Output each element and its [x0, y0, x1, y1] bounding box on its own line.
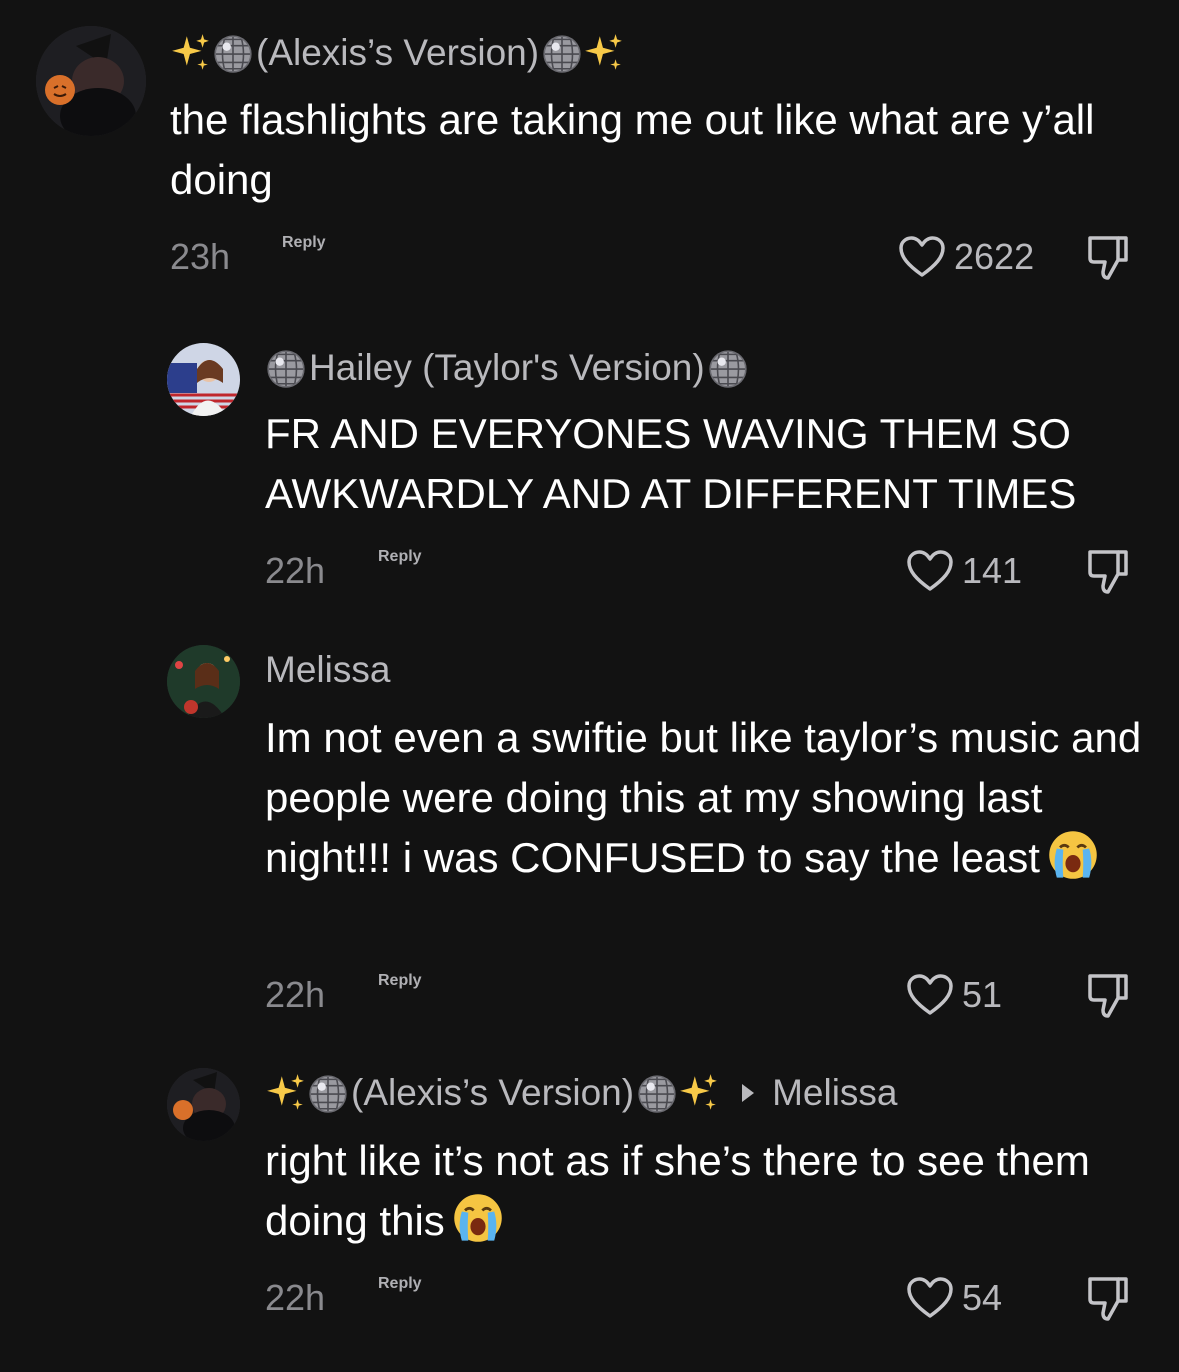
avatar[interactable]	[167, 343, 240, 416]
username-text: Melissa	[265, 649, 391, 690]
disco-ball-icon	[265, 347, 307, 389]
like-button[interactable]: 51	[906, 970, 1002, 1020]
reply-button[interactable]: Reply	[378, 1275, 422, 1293]
comment-timestamp: 22h	[265, 974, 326, 1015]
reply-button[interactable]: Reply	[282, 234, 326, 252]
like-button[interactable]: 54	[906, 1273, 1002, 1323]
comment-username[interactable]: Melissa	[265, 645, 390, 695]
sparkles-icon	[678, 1072, 720, 1114]
reply-to-username: Melissa	[772, 1072, 898, 1113]
comment-meta: 22h	[265, 970, 325, 1020]
comment-body: FR AND EVERYONES WAVING THEM SO AWKWARDL…	[265, 410, 1077, 517]
comment-username[interactable]: (Alexis’s Version) Melissa	[265, 1068, 898, 1118]
heart-icon	[906, 549, 954, 593]
comment-timestamp: 22h	[265, 550, 326, 591]
username-text: (Alexis’s Version)	[256, 32, 540, 73]
dislike-button[interactable]	[1086, 1275, 1130, 1323]
heart-icon	[906, 1276, 954, 1320]
dislike-button[interactable]	[1086, 548, 1130, 596]
comment-meta: 22h	[265, 1273, 325, 1323]
comment-text: the flashlights are taking me out like w…	[170, 90, 1150, 210]
comment-body: the flashlights are taking me out like w…	[170, 96, 1095, 203]
username-text: Hailey (Taylor's Version)	[309, 347, 705, 388]
comment-text: right like it’s not as if she’s there to…	[265, 1131, 1155, 1251]
like-count: 141	[962, 550, 1023, 591]
dislike-button[interactable]	[1086, 972, 1130, 1020]
reply-button[interactable]: Reply	[378, 972, 422, 990]
avatar[interactable]	[36, 26, 146, 136]
comment-timestamp: 23h	[170, 236, 231, 277]
thumbs-down-icon	[1086, 548, 1130, 596]
thumbs-down-icon	[1086, 234, 1130, 282]
username-text: (Alexis’s Version)	[351, 1072, 635, 1113]
thumbs-down-icon	[1086, 972, 1130, 1020]
reply-button[interactable]: Reply	[378, 548, 422, 566]
like-button[interactable]: 2622	[898, 232, 1034, 282]
comment-body: right like it’s not as if she’s there to…	[265, 1137, 1090, 1244]
sparkles-icon	[170, 32, 212, 74]
comment-text: Im not even a swiftie but like taylor’s …	[265, 708, 1155, 888]
comment-meta: 22h	[265, 546, 325, 596]
disco-ball-icon	[636, 1072, 678, 1114]
comment-username[interactable]: Hailey (Taylor's Version)	[265, 343, 749, 393]
loudly-crying-face-icon	[451, 1191, 505, 1245]
avatar[interactable]	[167, 645, 240, 718]
disco-ball-icon	[541, 32, 583, 74]
sparkles-icon	[265, 1072, 307, 1114]
sparkles-icon	[583, 32, 625, 74]
disco-ball-icon	[307, 1072, 349, 1114]
heart-icon	[898, 235, 946, 279]
comment-text: FR AND EVERYONES WAVING THEM SO AWKWARDL…	[265, 404, 1155, 524]
reply-to-user[interactable]: Melissa	[742, 1072, 898, 1114]
comment-body: Im not even a swiftie but like taylor’s …	[265, 714, 1142, 881]
thumbs-down-icon	[1086, 1275, 1130, 1323]
disco-ball-icon	[707, 347, 749, 389]
comment-meta: 23h	[170, 232, 230, 282]
loudly-crying-face-icon	[1046, 828, 1100, 882]
like-count: 2622	[954, 236, 1035, 277]
caret-right-icon	[742, 1084, 755, 1102]
comment-timestamp: 22h	[265, 1277, 326, 1318]
heart-icon	[906, 973, 954, 1017]
like-button[interactable]: 141	[906, 546, 1022, 596]
like-count: 51	[962, 974, 1003, 1015]
disco-ball-icon	[212, 32, 254, 74]
avatar[interactable]	[167, 1068, 240, 1141]
comment-username[interactable]: (Alexis’s Version)	[170, 28, 625, 78]
like-count: 54	[962, 1277, 1003, 1318]
dislike-button[interactable]	[1086, 234, 1130, 282]
